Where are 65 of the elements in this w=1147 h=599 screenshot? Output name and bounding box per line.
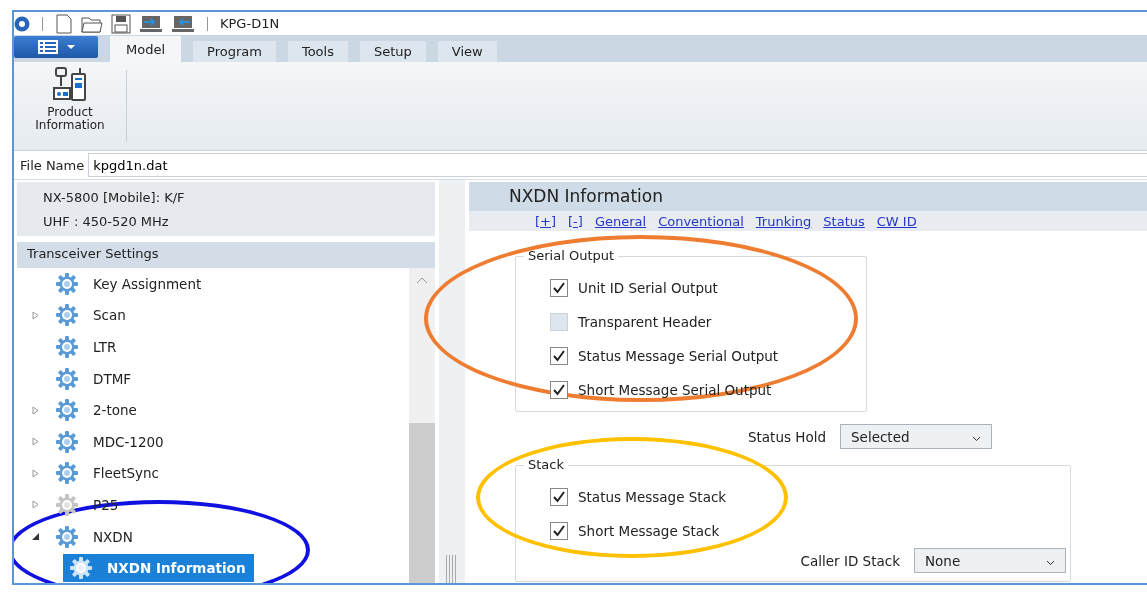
scroll-thumb[interactable]: [409, 423, 435, 583]
chevron-down-icon: [972, 435, 981, 442]
tree-item[interactable]: Key Assignment: [49, 269, 210, 298]
tree-item[interactable]: NXDN: [49, 522, 141, 551]
window-title: KPG-D1N: [220, 16, 280, 31]
link[interactable]: Status: [823, 213, 865, 229]
checkbox-label: Status Message Serial Output: [578, 348, 779, 364]
app-icon[interactable]: [14, 15, 30, 32]
tree-item[interactable]: MDC-1200: [49, 427, 172, 456]
link[interactable]: [+]: [535, 213, 557, 229]
scroll-up-icon[interactable]: [416, 276, 428, 284]
link[interactable]: General: [594, 213, 647, 229]
model-info-text: UHF : 450-520 MHz: [43, 213, 170, 231]
group-title: Serial Output: [524, 248, 619, 263]
expand-arrow-icon[interactable]: [31, 405, 40, 415]
group-title: Stack: [524, 457, 568, 472]
chevron-down-icon: [1046, 559, 1055, 566]
tree-header: Transceiver Settings: [17, 242, 435, 268]
caret-icon: [66, 44, 76, 50]
computer-transfer-icon[interactable]: [139, 13, 163, 34]
checkbox-label: Transparent Header: [578, 314, 712, 330]
link[interactable]: Trunking: [755, 213, 812, 229]
ribbon-tab[interactable]: Program: [193, 41, 276, 62]
app-menu-button[interactable]: [14, 36, 98, 58]
checkbox-label: Short Message Stack: [578, 523, 720, 539]
tree-item[interactable]: FleetSync: [49, 459, 167, 488]
panel-title: NXDN Information: [469, 182, 1147, 211]
checkbox[interactable]: [550, 522, 568, 540]
expand-arrow-icon[interactable]: [31, 437, 40, 447]
splitter-handle[interactable]: [439, 180, 465, 583]
expand-arrow-icon[interactable]: [31, 468, 40, 478]
link[interactable]: Conventional: [658, 213, 744, 229]
ribbon-tab[interactable]: Model: [110, 36, 182, 62]
checkbox[interactable]: [550, 381, 568, 399]
radio-device-icon: [52, 66, 88, 102]
list-icon: [36, 39, 60, 55]
expand-arrow-icon[interactable]: [31, 310, 40, 320]
product-information-button[interactable]: Product Information: [14, 62, 122, 150]
computer-transfer-icon[interactable]: [171, 13, 195, 34]
ribbon-tab[interactable]: View: [437, 41, 497, 62]
collapse-arrow-icon[interactable]: [31, 532, 40, 542]
checkbox[interactable]: [550, 279, 568, 297]
checkbox[interactable]: [550, 313, 568, 331]
link[interactable]: CW ID: [876, 213, 917, 229]
link[interactable]: [-]: [568, 213, 583, 229]
tree-item[interactable]: DTMF: [49, 364, 140, 393]
ribbon-tab[interactable]: Setup: [359, 41, 426, 62]
save-icon[interactable]: [111, 13, 131, 34]
field-label: File Name: [20, 157, 85, 173]
ribbon-tab[interactable]: Tools: [287, 41, 348, 62]
field-label: Status Hold: [747, 428, 826, 445]
scrollbar[interactable]: [409, 268, 435, 583]
checkbox[interactable]: [550, 347, 568, 365]
field-label: Caller ID Stack: [800, 552, 900, 569]
dropdown[interactable]: None: [914, 548, 1066, 573]
checkbox-label: Unit ID Serial Output: [578, 280, 718, 296]
tree-item[interactable]: 2-tone: [49, 396, 145, 425]
checkbox[interactable]: [550, 488, 568, 506]
file-name-field[interactable]: kpgd1n.dat: [88, 153, 1147, 177]
tree-item[interactable]: NXDN Information: [63, 554, 254, 583]
model-info-text: NX-5800 [Mobile]: K/F: [43, 189, 186, 207]
tree-item[interactable]: Scan: [49, 301, 134, 330]
checkbox-label: Status Message Stack: [578, 489, 727, 505]
dropdown[interactable]: Selected: [840, 424, 992, 449]
tree-item[interactable]: LTR: [49, 333, 125, 361]
